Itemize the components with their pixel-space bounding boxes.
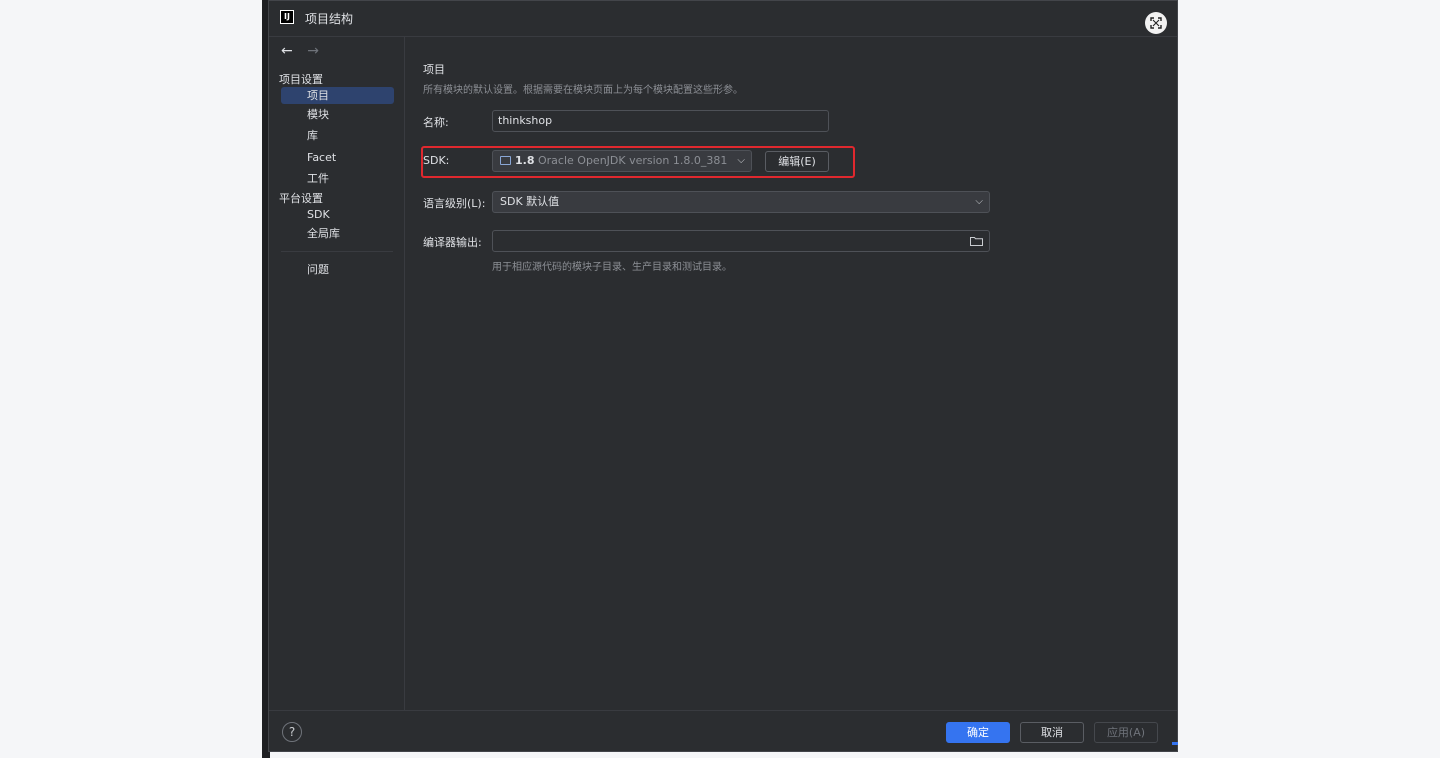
sdk-label: SDK: (423, 154, 450, 167)
back-arrow-icon[interactable]: ← (281, 43, 293, 59)
title-bar: IJ 项目结构 (269, 1, 1177, 37)
sidebar-item-facets[interactable]: Facet (281, 149, 394, 166)
forward-arrow-icon[interactable]: → (307, 43, 319, 59)
panel-description: 所有模块的默认设置。根据需要在模块页面上为每个模块配置这些形参。 (423, 85, 743, 96)
expand-icon (1150, 17, 1162, 29)
settings-sidebar: ← → 项目设置 项目 模块 库 Facet 工件 平台设置 SDK 全局库 问… (269, 37, 405, 710)
history-navigation: ← → (281, 43, 329, 59)
language-level-dropdown[interactable]: SDK 默认值 ⌵ (492, 191, 990, 213)
fullscreen-button[interactable] (1145, 12, 1167, 34)
intellij-logo-icon: IJ (280, 10, 294, 24)
sidebar-divider (281, 251, 393, 252)
sidebar-item-artifacts[interactable]: 工件 (281, 170, 394, 187)
edge-accent (1172, 742, 1178, 745)
help-button[interactable]: ? (282, 722, 302, 742)
chevron-down-icon: ⌵ (737, 155, 745, 166)
panel-heading: 项目 (423, 63, 445, 76)
project-settings-panel: 项目 所有模块的默认设置。根据需要在模块页面上为每个模块配置这些形参。 名称: … (405, 37, 1171, 710)
sidebar-item-project[interactable]: 项目 (281, 87, 394, 104)
compiler-output-label: 编译器输出: (423, 236, 482, 249)
window-title: 项目结构 (305, 12, 354, 26)
dialog-footer: ? 确定 取消 应用(A) (269, 710, 1177, 751)
sidebar-item-problems[interactable]: 问题 (281, 261, 394, 278)
platform-settings-section-label: 平台设置 (279, 192, 323, 205)
edit-sdk-button[interactable]: 编辑(E) (765, 151, 829, 172)
name-label: 名称: (423, 116, 449, 129)
jdk-folder-icon (500, 156, 511, 165)
language-level-value: SDK 默认值 (500, 195, 560, 208)
compiler-output-input[interactable] (492, 230, 990, 252)
sidebar-item-modules[interactable]: 模块 (281, 106, 394, 123)
compiler-output-hint: 用于相应源代码的模块子目录、生产目录和测试目录。 (492, 262, 732, 273)
sdk-name: Oracle OpenJDK version 1.8.0_381 (538, 154, 728, 167)
sidebar-item-sdks[interactable]: SDK (281, 206, 394, 223)
sdk-dropdown[interactable]: 1.8 Oracle OpenJDK version 1.8.0_381 ⌵ (492, 150, 752, 172)
project-settings-section-label: 项目设置 (279, 73, 323, 86)
project-name-input[interactable]: thinkshop (492, 110, 829, 132)
apply-button[interactable]: 应用(A) (1094, 722, 1158, 743)
language-level-label: 语言级别(L): (423, 197, 486, 210)
sidebar-item-global-libraries[interactable]: 全局库 (281, 225, 394, 242)
browse-folder-icon[interactable] (970, 236, 983, 246)
sidebar-item-libraries[interactable]: 库 (281, 127, 394, 144)
project-structure-dialog: IJ 项目结构 ← → 项目设置 项目 模块 库 Facet 工件 平台设置 S… (268, 0, 1178, 752)
ok-button[interactable]: 确定 (946, 722, 1010, 743)
cancel-button[interactable]: 取消 (1020, 722, 1084, 743)
chevron-down-icon: ⌵ (975, 196, 983, 207)
sdk-version: 1.8 (515, 154, 535, 167)
